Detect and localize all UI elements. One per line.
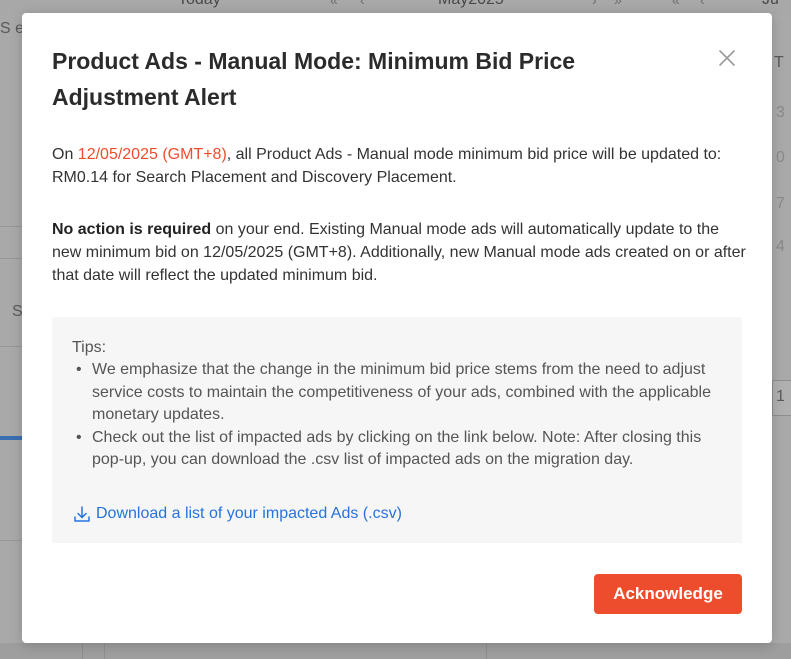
tip-item: • We emphasize that the change in the min…: [72, 359, 722, 427]
background-divider: [0, 258, 22, 259]
background-active-tab-indicator: [0, 436, 22, 440]
background-calendar-header: Today « ‹ May2025 › » « ‹ Ju: [0, 0, 791, 14]
background-cell-divider: [82, 643, 83, 659]
prev-year-icon-2: «: [672, 0, 680, 8]
bid-adjustment-alert-dialog: Product Ads - Manual Mode: Minimum Bid P…: [22, 13, 772, 643]
background-divider: [0, 346, 22, 347]
background-left-panel: [0, 14, 22, 659]
background-divider: [0, 226, 22, 227]
tip-item: • Check out the list of impacted ads by c…: [72, 427, 722, 472]
download-impacted-ads-link[interactable]: Download a list of your impacted Ads (.c…: [72, 503, 402, 525]
no-action-bold: No action is required: [52, 221, 212, 238]
background-cell-divider: [104, 643, 105, 659]
dialog-title: Product Ads - Manual Mode: Minimum Bid P…: [52, 48, 576, 110]
no-action-paragraph: No action is required on your end. Exist…: [52, 218, 752, 287]
close-button[interactable]: [716, 47, 738, 69]
effective-date-paragraph: On 12/05/2025 (GMT+8), all Product Ads -…: [52, 143, 752, 189]
background-text-fragment: 0: [776, 149, 785, 166]
tip-text: We emphasize that the change in the mini…: [92, 361, 711, 423]
background-month-label: May2025: [438, 0, 504, 9]
background-text-fragment: 7: [776, 195, 785, 212]
background-text-fragment: T: [774, 54, 784, 71]
prev-month-icon-2: ‹: [700, 0, 705, 8]
tips-box: Tips: • We emphasize that the change in t…: [52, 317, 742, 543]
prev-year-icon: «: [330, 0, 338, 8]
background-text-fragment: 4: [776, 238, 785, 255]
para1-prefix: On: [52, 146, 78, 163]
effective-date-highlight: 12/05/2025 (GMT+8): [77, 146, 227, 163]
background-divider: [0, 540, 22, 541]
tip-text: Check out the list of impacted ads by cl…: [92, 428, 702, 469]
background-bottom-row: [0, 643, 791, 659]
tips-list: • We emphasize that the change in the min…: [72, 359, 722, 472]
next-month-icon: ›: [592, 0, 597, 8]
prev-month-icon: ‹: [360, 0, 365, 8]
background-today-label: Today: [178, 0, 221, 9]
close-icon: [719, 50, 735, 66]
bullet-icon: •: [76, 428, 82, 446]
download-icon: [74, 506, 90, 522]
background-cell-divider: [486, 643, 487, 659]
tips-title: Tips:: [72, 339, 107, 356]
download-link-label: Download a list of your impacted Ads (.c…: [96, 505, 402, 522]
acknowledge-button[interactable]: Acknowledge: [594, 574, 742, 614]
next-year-icon: »: [614, 0, 622, 8]
bullet-icon: •: [76, 361, 82, 378]
background-month-label-2: Ju: [762, 0, 779, 9]
background-text-fragment: 3: [776, 104, 785, 121]
background-text-fragment: 1: [776, 388, 785, 405]
